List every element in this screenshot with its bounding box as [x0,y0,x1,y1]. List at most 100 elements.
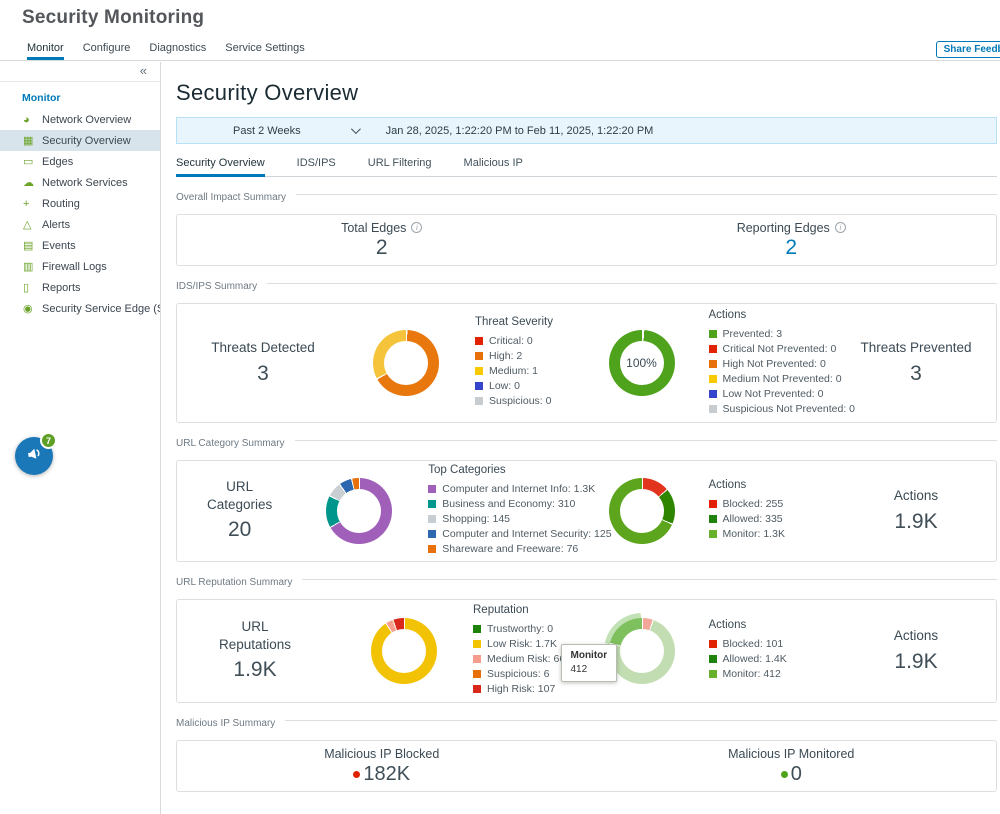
chevron-down-icon[interactable] [351,124,361,134]
donut-center-value: 100% [620,341,664,385]
donut-hole [620,489,664,533]
info-icon[interactable]: i [411,222,422,233]
legend-item[interactable]: Monitor: 412 [709,668,787,680]
legend-title: Threat Severity [475,316,553,328]
legend-text: Shopping: 145 [442,513,510,525]
date-preset-dropdown[interactable]: Past 2 Weeks [233,125,301,137]
tooltip-label: Monitor [571,649,608,663]
page-title: Security Monitoring [22,7,204,29]
legend-item[interactable]: Medium Risk: 66 [473,653,565,665]
url-categories-value: 20 [207,516,272,543]
legend-item[interactable]: Medium Not Prevented: 0 [709,373,856,385]
legend-item[interactable]: Allowed: 1.4K [709,653,787,665]
legend-text: Critical Not Prevented: 0 [723,343,837,355]
sidebar-collapse-button[interactable]: « [0,62,160,82]
sidebar-item-reports[interactable]: ▯Reports [0,277,160,298]
legend-item[interactable]: Computer and Internet Security: 125 [428,528,611,540]
reputation-actions-donut[interactable] [609,618,675,684]
threats-prevented-donut[interactable]: 100% [609,330,675,396]
malicious-ip-card: Malicious IP Blocked 182K Malicious IP M… [176,740,997,792]
legend-item[interactable]: Suspicious Not Prevented: 0 [709,403,856,415]
legend-text: High Risk: 107 [487,683,555,695]
tab-diagnostics[interactable]: Diagnostics [149,42,206,60]
share-feedback-button[interactable]: Share Feedback [936,41,1000,58]
legend-item[interactable]: Critical Not Prevented: 0 [709,343,856,355]
legend-item[interactable]: Business and Economy: 310 [428,498,611,510]
url-category-actions-donut[interactable] [609,478,675,544]
legend-item[interactable]: Critical: 0 [475,335,553,347]
routing-icon: + [23,198,42,210]
sidebar-item-label: Reports [42,282,81,294]
section-header-urlcat: URL Category Summary [176,438,997,449]
tab-monitor[interactable]: Monitor [27,42,64,60]
threat-severity-donut[interactable] [373,330,439,396]
tooltip-value: 412 [571,663,608,677]
sidebar-item-alerts[interactable]: △Alerts [0,214,160,235]
threat-severity-legend: Threat Severity Critical: 0 High: 2 Medium… [475,316,553,410]
legend-item[interactable]: Monitor: 1.3K [709,528,785,540]
tab-ids-ips[interactable]: IDS/IPS [297,157,336,176]
legend-color-chip [709,345,717,353]
donut-hole [382,629,426,673]
sidebar-item-security-overview[interactable]: ▦Security Overview [0,130,160,151]
sidebar-item-edges[interactable]: ▭Edges [0,151,160,172]
firewall-logs-icon: ▥ [23,260,42,273]
legend-item[interactable]: Shopping: 145 [428,513,611,525]
legend-item[interactable]: Shareware and Freeware: 76 [428,543,611,555]
feedback-fab-button[interactable]: 7 [15,437,53,475]
legend-color-chip [473,670,481,678]
legend-color-chip [475,352,483,360]
legend-text: Low: 0 [489,380,520,392]
legend-color-chip [428,515,436,523]
legend-color-chip [475,382,483,390]
url-categories-label: URL Categories [207,479,272,512]
legend-color-chip [473,625,481,633]
legend-item[interactable]: Computer and Internet Info: 1.3K [428,483,611,495]
legend-item[interactable]: High Risk: 107 [473,683,565,695]
sidebar-item-security-service-edge-s[interactable]: ◉Security Service Edge (S... [0,298,160,319]
legend-color-chip [473,640,481,648]
tab-service-settings[interactable]: Service Settings [225,42,304,60]
legend-text: High Not Prevented: 0 [723,358,826,370]
info-icon[interactable]: i [835,222,846,233]
sidebar-item-events[interactable]: ▤Events [0,235,160,256]
legend-item[interactable]: Suspicious: 0 [475,395,553,407]
legend-item[interactable]: Low Not Prevented: 0 [709,388,856,400]
reputation-donut[interactable] [371,618,437,684]
sidebar-item-network-overview[interactable]: ◕Network Overview [0,109,160,130]
legend-color-chip [428,485,436,493]
legend-text: Computer and Internet Info: 1.3K [442,483,595,495]
tab-configure[interactable]: Configure [83,42,131,60]
reporting-edges-value[interactable]: 2 [785,236,797,260]
tab-url-filtering[interactable]: URL Filtering [368,157,432,176]
legend-item[interactable]: High Not Prevented: 0 [709,358,856,370]
legend-item[interactable]: High: 2 [475,350,553,362]
section-header-urlrep: URL Reputation Summary [176,577,997,588]
security-monitoring-app: Security Monitoring Monitor Configure Diag… [0,0,1000,814]
legend-text: Trustworthy: 0 [487,623,553,635]
tab-malicious-ip[interactable]: Malicious IP [464,157,523,176]
donut-hole [384,341,428,385]
legend-item[interactable]: Low: 0 [475,380,553,392]
legend-item[interactable]: Prevented: 3 [709,328,856,340]
legend-item[interactable]: Medium: 1 [475,365,553,377]
malicious-ip-monitored-value: 0 [791,763,802,786]
sidebar-item-firewall-logs[interactable]: ▥Firewall Logs [0,256,160,277]
legend-text: Blocked: 255 [723,498,784,510]
legend-text: Critical: 0 [489,335,533,347]
legend-item[interactable]: Low Risk: 1.7K [473,638,565,650]
sidebar-item-label: Routing [42,198,80,210]
legend-item[interactable]: Allowed: 335 [709,513,785,525]
reputation-actions-stat: Actions 1.9K [860,627,972,675]
legend-item[interactable]: Suspicious: 6 [473,668,565,680]
sidebar-item-routing[interactable]: +Routing [0,193,160,214]
legend-item[interactable]: Blocked: 255 [709,498,785,510]
sidebar-item-network-services[interactable]: ☁Network Services [0,172,160,193]
legend-color-chip [475,337,483,345]
tab-security-overview[interactable]: Security Overview [176,157,265,176]
top-categories-donut[interactable] [326,478,392,544]
legend-item[interactable]: Trustworthy: 0 [473,623,565,635]
legend-color-chip [428,500,436,508]
legend-item[interactable]: Blocked: 101 [709,638,787,650]
chart-tooltip: Monitor 412 [561,644,618,682]
